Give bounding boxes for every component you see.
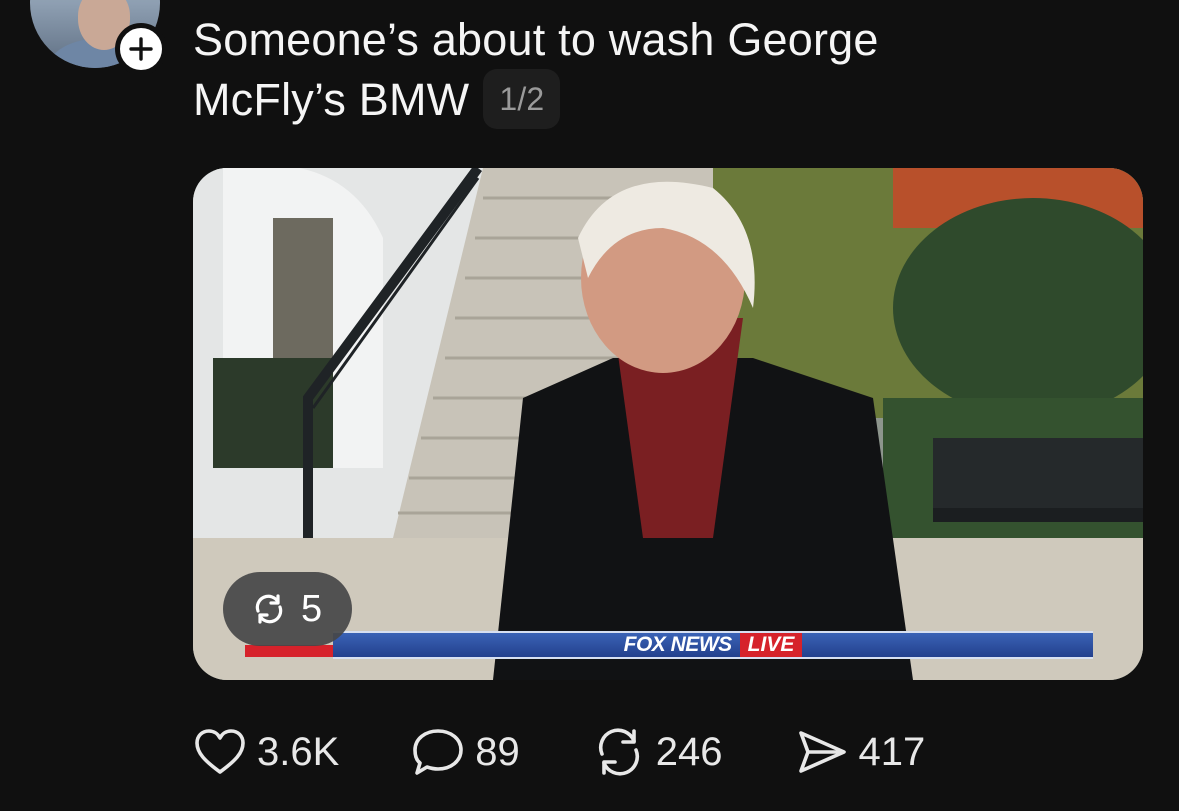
post-text-line-2: McFly’s BMW 1/2 <box>193 69 993 130</box>
like-button[interactable]: 3.6K <box>193 727 339 777</box>
media-page-counter: 1/2 <box>483 69 561 130</box>
action-bar: 3.6K 89 246 417 <box>193 722 925 782</box>
repost-count: 246 <box>655 729 723 774</box>
media-repost-badge-count: 5 <box>301 587 323 630</box>
share-button[interactable]: 417 <box>795 727 926 777</box>
repost-button[interactable]: 246 <box>592 727 723 777</box>
media-repost-badge[interactable]: 5 <box>223 572 353 646</box>
post: Someone’s about to wash George McFly’s B… <box>0 0 1179 811</box>
tv-lower-third: FOX NEWS LIVE <box>333 631 1093 659</box>
live-tag-left <box>245 645 333 657</box>
reply-button[interactable]: 89 <box>411 727 520 777</box>
comment-bubble-icon <box>413 729 464 775</box>
post-text-line-2-content: McFly’s BMW <box>193 74 470 125</box>
repost-arrows-icon <box>598 728 639 776</box>
heart-icon <box>195 729 245 774</box>
post-text: Someone’s about to wash George McFly’s B… <box>193 10 993 130</box>
tv-live-tag: LIVE <box>739 633 803 657</box>
follow-button[interactable] <box>115 23 167 75</box>
tv-brand: FOX NEWS <box>623 633 733 656</box>
post-text-line-1: Someone’s about to wash George <box>193 14 879 65</box>
media-video[interactable]: FOX NEWS LIVE 5 <box>193 168 1143 680</box>
like-count: 3.6K <box>257 729 340 774</box>
repost-arrows-icon <box>255 594 283 624</box>
reply-count: 89 <box>475 729 520 774</box>
share-count: 417 <box>858 729 926 774</box>
plus-icon <box>129 37 153 61</box>
send-arrow-icon <box>798 731 846 773</box>
